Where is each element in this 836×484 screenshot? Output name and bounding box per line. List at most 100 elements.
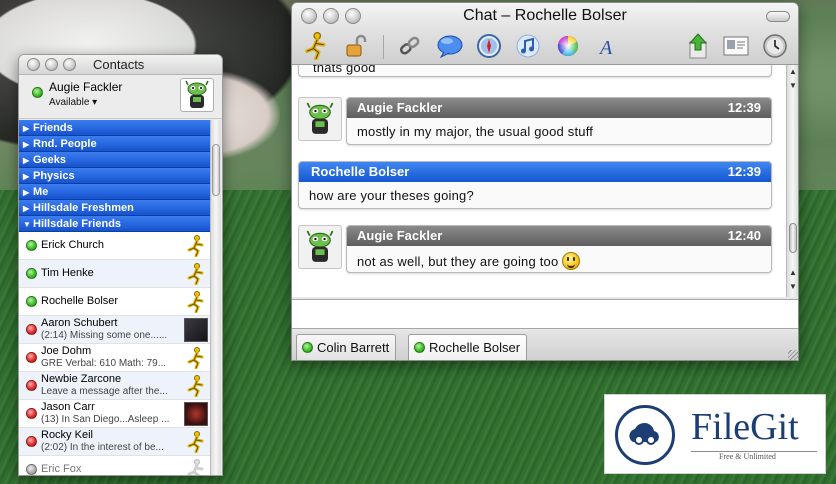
contact-rocky-keil[interactable]: Rocky Keil (2:02) In the interest of be.… bbox=[19, 428, 212, 456]
color-wheel-icon[interactable] bbox=[554, 32, 582, 60]
transcript-scrollbar[interactable]: ▲ ▼ ▲ ▼ bbox=[786, 65, 798, 297]
sender-name: Augie Fackler bbox=[357, 100, 443, 115]
contact-jason-carr[interactable]: Jason Carr (13) In San Diego...Asleep ..… bbox=[19, 400, 212, 428]
available-status-icon bbox=[414, 342, 425, 353]
lock-icon[interactable] bbox=[342, 32, 370, 60]
buddy-photo-icon bbox=[184, 318, 208, 342]
aim-runner-icon bbox=[184, 430, 208, 454]
scroll-up-arrow-icon[interactable]: ▲ bbox=[788, 67, 798, 76]
contact-name: Newbie Zarcone bbox=[41, 373, 122, 385]
sender-name: Augie Fackler bbox=[357, 228, 443, 243]
filegit-watermark: FileGit Free & Unlimited bbox=[604, 394, 826, 474]
link-icon[interactable] bbox=[396, 32, 424, 60]
contact-name: Aaron Schubert bbox=[41, 317, 118, 329]
zoom-button[interactable] bbox=[63, 58, 76, 71]
send-file-icon[interactable] bbox=[684, 32, 712, 60]
chat-window: Chat – Rochelle Bolser A thats good Augi… bbox=[291, 2, 799, 361]
scroll-down-arrow-icon[interactable]: ▼ bbox=[788, 81, 798, 90]
aim-runner-icon bbox=[184, 234, 208, 258]
clock-icon[interactable] bbox=[761, 32, 789, 60]
scroll-thumb[interactable] bbox=[212, 144, 220, 196]
available-status-icon bbox=[302, 342, 313, 353]
contact-status-message: Leave a message after the... bbox=[41, 386, 168, 397]
minimize-button[interactable] bbox=[45, 58, 58, 71]
message-text: thats good bbox=[313, 65, 376, 75]
contact-name: Eric Fox bbox=[41, 463, 82, 475]
group-physics[interactable]: ▶ Physics bbox=[19, 168, 212, 184]
contact-newbie-zarcone[interactable]: Newbie Zarcone Leave a message after the… bbox=[19, 372, 212, 400]
filegit-logo-icon bbox=[615, 405, 675, 465]
aim-runner-icon[interactable] bbox=[302, 32, 330, 60]
buddy-photo-icon bbox=[184, 402, 208, 426]
window-controls bbox=[27, 58, 76, 71]
away-status-icon bbox=[26, 324, 37, 335]
away-status-icon bbox=[26, 352, 37, 363]
available-status-icon bbox=[26, 240, 37, 251]
contacts-scrollbar[interactable] bbox=[210, 120, 221, 475]
chat-toolbar: A bbox=[292, 29, 798, 65]
contact-name: Rochelle Bolser bbox=[41, 295, 119, 307]
disclosure-triangle-icon[interactable]: ▶ bbox=[23, 185, 33, 201]
compass-icon[interactable] bbox=[475, 32, 503, 60]
available-status-icon bbox=[26, 296, 37, 307]
contact-eric-fox[interactable]: Eric Fox bbox=[19, 456, 212, 475]
user-profile: Augie Fackler Available ▾ bbox=[19, 75, 222, 119]
contact-status-message: (2:02) In the interest of be... bbox=[41, 442, 164, 453]
close-button[interactable] bbox=[27, 58, 40, 71]
sender-avatar-icon bbox=[298, 225, 342, 269]
message-bubble: Augie Fackler 12:39 mostly in my major, … bbox=[346, 97, 772, 145]
group-rnd-people[interactable]: ▶ Rnd. People bbox=[19, 136, 212, 152]
toolbar-separator bbox=[383, 35, 384, 59]
group-friends[interactable]: ▶ Friends bbox=[19, 120, 212, 136]
window-title: Contacts bbox=[93, 57, 145, 72]
chat-titlebar[interactable]: Chat – Rochelle Bolser bbox=[292, 3, 798, 29]
message-time: 12:39 bbox=[727, 100, 761, 115]
group-hillsdale-freshmen[interactable]: ▶ Hillsdale Freshmen bbox=[19, 200, 212, 216]
contact-tim-henke[interactable]: Tim Henke bbox=[19, 260, 212, 288]
sender-name: Rochelle Bolser bbox=[311, 164, 410, 179]
speech-bubble-icon[interactable] bbox=[436, 32, 464, 60]
message-text: how are your theses going? bbox=[309, 188, 474, 203]
status-menu[interactable]: Available ▾ bbox=[49, 97, 97, 108]
disclosure-triangle-icon[interactable]: ▶ bbox=[23, 169, 33, 185]
buddy-icon[interactable] bbox=[180, 78, 214, 112]
group-hillsdale-friends[interactable]: ▼ Hillsdale Friends bbox=[19, 216, 212, 232]
chat-tab-bar: Colin Barrett Rochelle Bolser bbox=[292, 331, 798, 360]
disclosure-triangle-icon[interactable]: ▶ bbox=[23, 201, 33, 217]
disclosure-triangle-icon[interactable]: ▶ bbox=[23, 153, 33, 169]
contact-erick-church[interactable]: Erick Church bbox=[19, 232, 212, 260]
message-header: Augie Fackler 12:39 bbox=[347, 98, 771, 118]
user-name[interactable]: Augie Fackler bbox=[49, 80, 122, 94]
idle-status-icon bbox=[26, 464, 37, 475]
message-text: not as well, but they are going too bbox=[357, 254, 559, 269]
toolbar-toggle-button[interactable] bbox=[766, 11, 790, 22]
contact-rochelle-bolser[interactable]: Rochelle Bolser bbox=[19, 288, 212, 316]
disclosure-triangle-icon[interactable]: ▶ bbox=[23, 121, 33, 137]
disclosure-triangle-icon[interactable]: ▶ bbox=[23, 137, 33, 153]
away-status-icon bbox=[26, 408, 37, 419]
aim-runner-icon bbox=[184, 374, 208, 398]
contact-joe-dohm[interactable]: Joe Dohm GRE Verbal: 610 Math: 79... bbox=[19, 344, 212, 372]
resize-grip-icon[interactable] bbox=[788, 350, 798, 360]
aim-runner-icon bbox=[184, 262, 208, 286]
contacts-titlebar[interactable]: Contacts bbox=[19, 55, 222, 75]
group-geeks[interactable]: ▶ Geeks bbox=[19, 152, 212, 168]
away-status-icon bbox=[26, 380, 37, 391]
info-card-icon[interactable] bbox=[722, 32, 750, 60]
group-me[interactable]: ▶ Me bbox=[19, 184, 212, 200]
message-header: Rochelle Bolser 12:39 bbox=[299, 162, 771, 182]
scroll-thumb[interactable] bbox=[789, 223, 797, 253]
tab-rochelle-bolser[interactable]: Rochelle Bolser bbox=[408, 334, 528, 360]
scroll-up-arrow-icon[interactable]: ▲ bbox=[788, 268, 798, 277]
disclosure-triangle-open-icon[interactable]: ▼ bbox=[23, 217, 33, 233]
message-time: 12:39 bbox=[727, 164, 761, 179]
contact-aaron-schubert[interactable]: Aaron Schubert (2:14) Missing some one..… bbox=[19, 316, 212, 344]
aim-runner-icon bbox=[184, 290, 208, 314]
scroll-down-arrow-icon[interactable]: ▼ bbox=[788, 282, 798, 291]
message-input[interactable] bbox=[292, 299, 798, 329]
music-note-icon[interactable] bbox=[514, 32, 542, 60]
contact-name: Rocky Keil bbox=[41, 429, 93, 441]
available-status-icon bbox=[26, 268, 37, 279]
tab-colin-barrett[interactable]: Colin Barrett bbox=[296, 334, 397, 360]
font-icon[interactable]: A bbox=[593, 32, 621, 60]
